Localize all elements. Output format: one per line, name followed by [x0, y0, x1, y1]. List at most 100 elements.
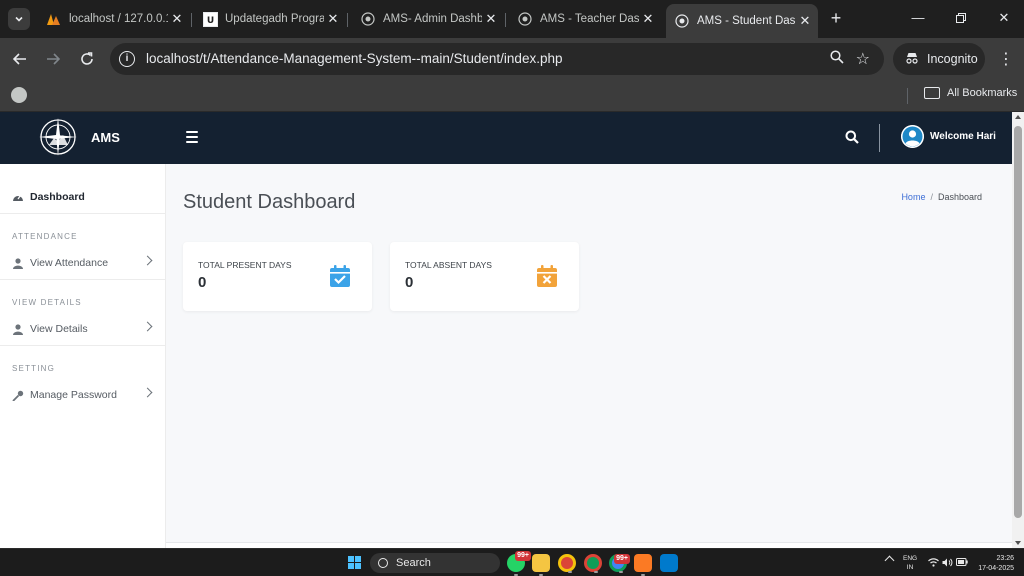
- scroll-up-icon[interactable]: [1015, 115, 1021, 119]
- app-header: AMS Welcome Hari: [0, 112, 1012, 164]
- back-arrow-icon[interactable]: [10, 49, 30, 69]
- calendar-x-icon: [536, 264, 558, 288]
- welcome-user-text[interactable]: Welcome Hari: [930, 131, 996, 142]
- close-icon[interactable]: ✕: [168, 11, 186, 27]
- chrome-profile-icon[interactable]: 99+: [609, 554, 630, 573]
- scroll-down-icon[interactable]: [1015, 541, 1021, 545]
- running-indicator: [594, 571, 598, 573]
- show-hidden-icons-icon[interactable]: [884, 555, 895, 566]
- web-page: AMS Welcome Hari Dashboard ATTENDANCE Vi…: [0, 112, 1012, 548]
- incognito-label: Incognito: [927, 52, 978, 66]
- tab-title: AMS - Teacher Dashboard: [540, 13, 639, 25]
- key-icon: [11, 390, 25, 401]
- tab-phpmyadmin[interactable]: localhost / 127.0.0.1 ✕: [38, 6, 190, 32]
- breadcrumb-home-link[interactable]: Home: [901, 192, 925, 202]
- clock-time: 23:26: [996, 555, 1014, 562]
- page-scrollbar[interactable]: [1012, 112, 1024, 548]
- taskbar-search[interactable]: Search: [370, 553, 500, 573]
- ams-logo-icon: [517, 11, 533, 27]
- incognito-icon: [905, 52, 919, 67]
- brand-name[interactable]: AMS: [91, 130, 120, 145]
- system-clock[interactable]: 23:26 17-04-2025: [974, 554, 1014, 574]
- all-bookmarks-button[interactable]: All Bookmarks: [924, 87, 1017, 99]
- sidebar: Dashboard ATTENDANCE View Attendance VIE…: [0, 164, 166, 548]
- sidebar-item-manage-password[interactable]: Manage Password: [0, 383, 166, 407]
- sidebar-section-title: VIEW DETAILS: [12, 298, 82, 307]
- volume-icon[interactable]: [942, 558, 953, 569]
- xampp-icon[interactable]: [634, 554, 652, 576]
- close-icon[interactable]: ✕: [796, 13, 814, 29]
- user-tie-icon: [11, 257, 25, 269]
- search-icon: [378, 558, 388, 568]
- chevron-right-icon: [142, 387, 153, 398]
- updategadh-icon: U: [202, 11, 218, 27]
- clock-date: 17-04-2025: [978, 565, 1014, 572]
- tab-title: AMS- Admin Dashboard: [383, 13, 482, 25]
- tab-admin-dashboard[interactable]: AMS- Admin Dashboard ✕: [352, 6, 504, 32]
- bookmarks-bar: All Bookmarks: [0, 80, 1024, 112]
- ams-logo-icon[interactable]: [36, 115, 80, 159]
- dashboard-gauge-icon: [11, 192, 25, 203]
- vscode-icon[interactable]: [660, 554, 678, 572]
- battery-icon[interactable]: [956, 558, 968, 568]
- chrome-profile-icon[interactable]: [584, 554, 602, 573]
- chrome-icon[interactable]: [558, 554, 576, 573]
- close-icon[interactable]: ✕: [639, 11, 657, 27]
- windows-start-icon[interactable]: [348, 556, 362, 570]
- tab-title: localhost / 127.0.0.1: [69, 13, 168, 25]
- main-content: Student Dashboard Home / Dashboard TOTAL P…: [166, 164, 1012, 548]
- wifi-icon[interactable]: [928, 558, 939, 569]
- close-icon[interactable]: ✕: [324, 11, 342, 27]
- windows-taskbar: Search 99+ 99+ ENG IN 23:26 17-04-2025: [0, 548, 1024, 576]
- tab-search-button[interactable]: [8, 8, 30, 30]
- forward-arrow-icon[interactable]: [43, 49, 63, 69]
- incognito-indicator[interactable]: Incognito: [893, 43, 985, 75]
- sidebar-item-view-attendance[interactable]: View Attendance: [0, 251, 166, 275]
- zoom-icon[interactable]: [830, 50, 844, 68]
- menu-toggle-icon[interactable]: [186, 131, 198, 143]
- address-bar[interactable]: i localhost/t/Attendance-Management-Syst…: [110, 43, 884, 75]
- present-days-card: TOTAL PRESENT DAYS 0: [183, 242, 372, 311]
- site-info-icon[interactable]: i: [119, 51, 135, 67]
- sidebar-item-view-details[interactable]: View Details: [0, 317, 166, 341]
- calendar-check-icon: [329, 264, 351, 288]
- language-code: ENG: [903, 555, 918, 562]
- tab-separator: [347, 13, 348, 27]
- window-close-icon[interactable]: ✕: [994, 8, 1014, 28]
- card-label: TOTAL ABSENT DAYS: [405, 260, 492, 270]
- tab-updategadh[interactable]: U Updategadh Programming ✕: [194, 6, 346, 32]
- reload-icon[interactable]: [77, 49, 97, 69]
- tab-student-dashboard[interactable]: AMS - Student Dashboard ✕: [666, 4, 818, 38]
- phpmyadmin-icon: [46, 11, 62, 27]
- search-icon[interactable]: [845, 130, 859, 144]
- notification-badge: 99+: [614, 554, 630, 564]
- restore-icon[interactable]: [951, 8, 971, 28]
- all-bookmarks-label: All Bookmarks: [947, 87, 1018, 99]
- new-tab-button[interactable]: +: [826, 8, 846, 28]
- close-icon[interactable]: ✕: [482, 11, 500, 27]
- folder-icon: [924, 87, 940, 99]
- taskbar-search-label: Search: [396, 557, 431, 569]
- chevron-right-icon: [142, 255, 153, 266]
- scrollbar-thumb[interactable]: [1014, 126, 1022, 518]
- absent-days-card: TOTAL ABSENT DAYS 0: [390, 242, 579, 311]
- whatsapp-icon[interactable]: 99+: [507, 551, 531, 576]
- region-code: IN: [906, 564, 914, 571]
- file-explorer-icon[interactable]: [532, 554, 550, 576]
- bookmark-star-icon[interactable]: ☆: [856, 49, 870, 69]
- url-text: localhost/t/Attendance-Management-System…: [146, 51, 563, 66]
- language-indicator[interactable]: ENG IN: [903, 554, 917, 572]
- sidebar-divider: [0, 345, 166, 346]
- browser-menu-icon[interactable]: ⋮: [996, 49, 1016, 69]
- card-value: 0: [198, 274, 207, 291]
- sidebar-item-dashboard[interactable]: Dashboard: [0, 185, 166, 209]
- user-avatar-icon[interactable]: [901, 125, 924, 148]
- breadcrumb-current: Dashboard: [937, 192, 982, 202]
- tab-title: AMS - Student Dashboard: [697, 15, 796, 27]
- tab-teacher-dashboard[interactable]: AMS - Teacher Dashboard ✕: [509, 6, 661, 32]
- globe-icon[interactable]: [11, 87, 27, 103]
- sidebar-section-title: ATTENDANCE: [12, 232, 78, 241]
- bookmark-separator: [907, 88, 908, 104]
- minimize-icon[interactable]: —: [908, 8, 928, 28]
- sidebar-item-label: View Attendance: [30, 257, 109, 269]
